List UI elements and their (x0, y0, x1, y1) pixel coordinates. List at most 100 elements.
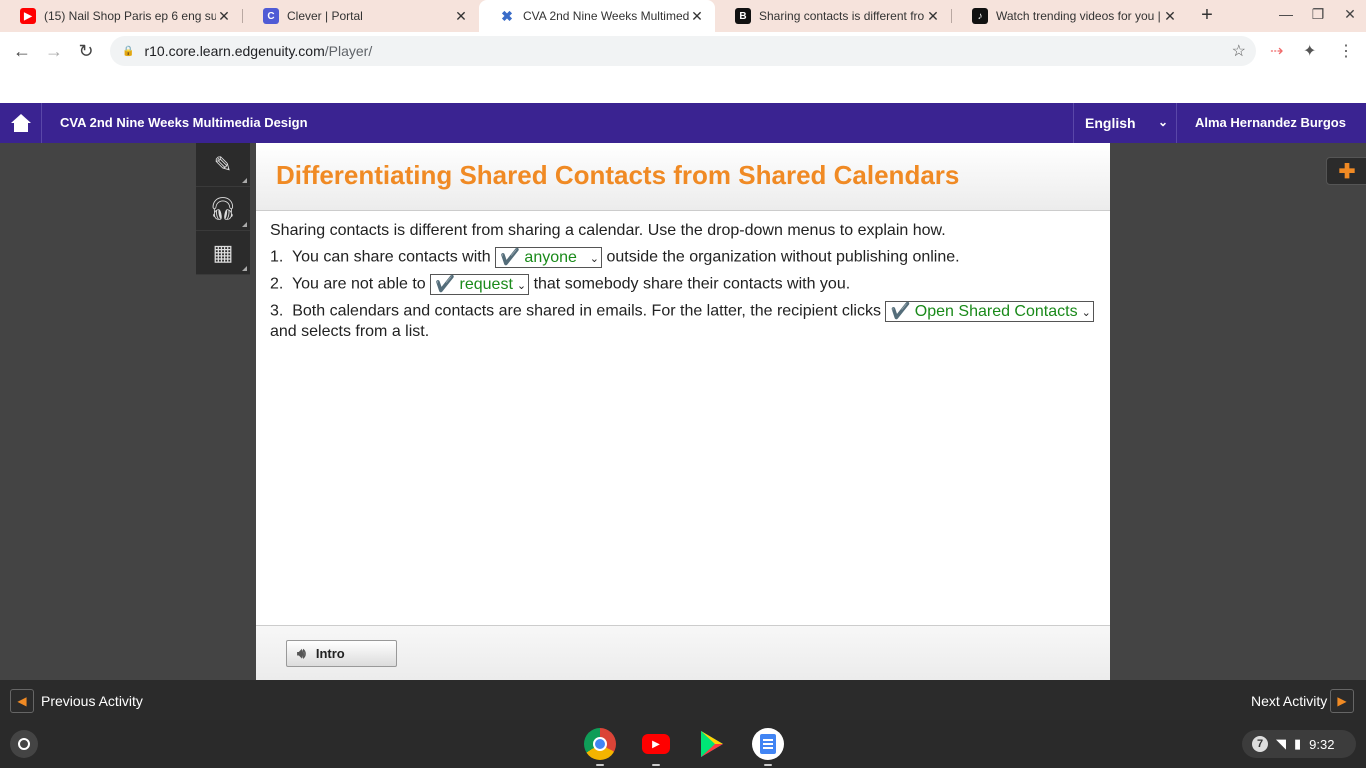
home-icon (10, 114, 31, 132)
tool-panel: ✎ 🎧︎ ▦ (196, 143, 250, 275)
running-indicator (652, 764, 660, 766)
bookmark-star-icon[interactable]: ☆ (1232, 41, 1246, 61)
audio-tool-button[interactable]: 🎧︎ (196, 187, 250, 231)
next-activity-button[interactable]: ▶ (1330, 689, 1354, 713)
tab-title: (15) Nail Shop Paris ep 6 eng su (44, 9, 216, 23)
question-text: Both calendars and contacts are shared i… (292, 302, 881, 320)
instructions: Sharing contacts is different from shari… (270, 222, 946, 239)
chevron-down-icon: ⌄ (516, 280, 527, 292)
tab-title: Watch trending videos for you | (996, 9, 1161, 23)
chrome-app-icon[interactable] (584, 728, 616, 766)
answer-dropdown-2[interactable]: ✔️ request ⌄ (430, 274, 530, 295)
forward-icon[interactable]: → (43, 40, 65, 62)
pencil-icon: ✎ (213, 151, 233, 177)
docs-app-icon[interactable] (752, 728, 784, 766)
question-1: 1. You can share contacts with ✔️ anyone… (270, 247, 1096, 268)
intro-audio-button[interactable]: 🔊︎ Intro (286, 640, 397, 667)
tab-title: Sharing contacts is different fro (759, 9, 925, 23)
close-tab-icon[interactable]: ✕ (689, 8, 705, 25)
question-text: and selects from a list. (270, 323, 430, 340)
browser-tab-brainly[interactable]: B Sharing contacts is different fro ✕ (715, 0, 951, 32)
dropdown-value: ✔️ anyone (500, 249, 577, 266)
headphones-icon: 🎧︎ (209, 195, 237, 221)
question-text: You can share contacts with (291, 248, 491, 266)
tab-title: Clever | Portal (287, 9, 363, 23)
status-tray[interactable]: 7 ◥ ▮ 9:32 (1242, 730, 1356, 758)
reload-icon[interactable]: ↻ (75, 40, 97, 62)
activity-title: Differentiating Shared Contacts from Sha… (276, 160, 960, 190)
calculator-tool-button[interactable]: ▦ (196, 231, 250, 275)
dropdown-value: ✔️ request (435, 276, 513, 293)
tab-title: CVA 2nd Nine Weeks Multimedi (523, 9, 689, 23)
question-text: that somebody share their contacts with … (533, 275, 851, 293)
browser-menu-icon[interactable]: ⋮ (1338, 41, 1354, 61)
close-window-icon[interactable]: ✕ (1340, 6, 1360, 23)
activity-content: Differentiating Shared Contacts from Sha… (256, 143, 1110, 680)
brainly-icon: B (735, 8, 751, 24)
play-store-app-icon[interactable] (696, 728, 728, 760)
running-indicator (596, 764, 604, 766)
caret-right-icon: ▶ (1337, 694, 1347, 708)
activity-title-bar: Differentiating Shared Contacts from Sha… (256, 143, 1110, 211)
answer-dropdown-3[interactable]: ✔️ Open Shared Contacts ⌄ (885, 301, 1094, 322)
close-tab-icon[interactable]: ✕ (1162, 8, 1178, 25)
home-button[interactable] (0, 103, 42, 143)
caret-left-icon: ◀ (17, 694, 27, 708)
notification-badge: 7 (1252, 736, 1268, 752)
wifi-icon: ◥ (1276, 736, 1286, 751)
youtube-icon: ▶ (20, 8, 36, 24)
language-select[interactable]: English ⌄ (1073, 103, 1177, 143)
question-3: 3. Both calendars and contacts are share… (270, 301, 1096, 342)
question-text: You are not able to (291, 275, 426, 293)
close-tab-icon[interactable]: ✕ (453, 8, 469, 25)
highlighter-tool-button[interactable]: ✎ (196, 143, 250, 187)
browser-tab-youtube[interactable]: ▶ (15) Nail Shop Paris ep 6 eng su ✕ (0, 0, 242, 32)
intro-label: Intro (315, 646, 345, 661)
extension-icon[interactable]: ⇢ (1270, 41, 1283, 61)
activity-footer: 🔊︎ Intro (256, 625, 1110, 680)
previous-activity-label[interactable]: Previous Activity (41, 693, 143, 709)
speaker-icon: 🔊︎ (297, 645, 306, 661)
chevron-down-icon: ⌄ (589, 253, 600, 265)
url-path: /Player/ (324, 43, 373, 59)
browser-tab-tiktok[interactable]: ♪ Watch trending videos for you | ✕ (952, 0, 1188, 32)
browser-tab-edgenuity[interactable]: ✖ CVA 2nd Nine Weeks Multimedi ✕ (479, 0, 715, 32)
expand-panel-button[interactable]: ✚ (1326, 157, 1366, 185)
puzzle-extensions-icon[interactable]: ✦ (1303, 41, 1316, 61)
previous-activity-button[interactable]: ◀ (10, 689, 34, 713)
launcher-icon (18, 738, 30, 750)
activity-stage: ✎ 🎧︎ ▦ Differentiating Shared Contacts f… (0, 143, 1366, 680)
answer-dropdown-1[interactable]: ✔️ anyone ⌄ (495, 247, 603, 268)
dropdown-value: ✔️ Open Shared Contacts (890, 303, 1078, 320)
tiktok-icon: ♪ (972, 8, 988, 24)
app-header: CVA 2nd Nine Weeks Multimedia Design Eng… (0, 103, 1366, 143)
question-number: 3. (270, 302, 284, 320)
os-shelf: ▶ 7 ◥ ▮ 9:32 (0, 720, 1366, 768)
browser-tab-clever[interactable]: C Clever | Portal ✕ (243, 0, 479, 32)
close-tab-icon[interactable]: ✕ (925, 8, 941, 25)
battery-icon: ▮ (1294, 736, 1302, 751)
plus-icon: ✚ (1338, 160, 1356, 183)
clever-icon: C (263, 8, 279, 24)
minimize-icon[interactable]: — (1276, 6, 1296, 22)
edgenuity-icon: ✖ (501, 7, 513, 24)
back-icon[interactable]: ← (11, 40, 33, 62)
restore-icon[interactable]: ❐ (1308, 6, 1328, 23)
launcher-button[interactable] (10, 730, 38, 758)
play-store-icon (701, 731, 723, 757)
activity-body: Sharing contacts is different from shari… (256, 211, 1110, 358)
browser-toolbar: ← → ↻ 🔒 r10.core.learn.edgenuity.com/Pla… (0, 32, 1366, 70)
url-host: r10.core.learn.edgenuity.com (144, 43, 325, 59)
question-number: 2. (270, 275, 284, 293)
activity-nav-bar: ◀ Previous Activity Next Activity ▶ (0, 680, 1366, 720)
close-tab-icon[interactable]: ✕ (216, 8, 232, 25)
browser-tab-strip: ▶ (15) Nail Shop Paris ep 6 eng su ✕ C C… (0, 0, 1366, 32)
question-2: 2. You are not able to ✔️ request ⌄ that … (270, 274, 1096, 295)
lock-icon: 🔒 (122, 45, 135, 57)
user-name[interactable]: Alma Hernandez Burgos (1195, 115, 1346, 130)
next-activity-label[interactable]: Next Activity (1251, 693, 1327, 709)
youtube-app-icon[interactable]: ▶ (640, 728, 672, 766)
new-tab-button[interactable]: + (1196, 4, 1218, 26)
address-bar[interactable]: 🔒 r10.core.learn.edgenuity.com/Player/ ☆ (110, 36, 1256, 66)
running-indicator (764, 764, 772, 766)
